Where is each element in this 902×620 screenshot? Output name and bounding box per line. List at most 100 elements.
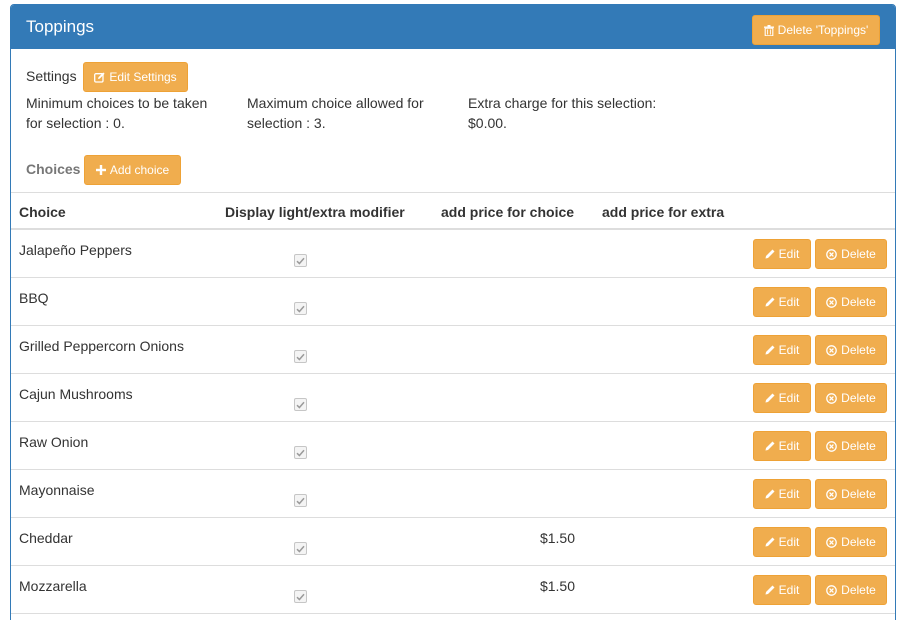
delete-choice-button[interactable]: Delete	[815, 527, 887, 557]
checkmark-icon	[296, 497, 305, 505]
settings-label: Settings	[26, 68, 77, 84]
edit-choice-button[interactable]: Edit	[753, 527, 811, 557]
delete-group-label: Delete 'Toppings'	[777, 23, 869, 37]
max-choices-line2: selection : 3.	[247, 115, 326, 131]
table-row: Mayonnaise Edit Delete	[11, 470, 895, 518]
checkmark-icon	[296, 353, 305, 361]
edit-settings-button[interactable]: Edit Settings	[83, 62, 188, 92]
edit-choice-button[interactable]: Edit	[753, 335, 811, 365]
table-row: Cheddar $1.50 Edit Delete	[11, 518, 895, 566]
delete-choice-label: Delete	[841, 487, 876, 501]
choice-price: $1.50	[539, 578, 575, 594]
delete-choice-button[interactable]: Delete	[815, 575, 887, 605]
display-modifier-checkbox[interactable]	[294, 494, 307, 507]
edit-choice-label: Edit	[778, 247, 800, 261]
circle-x-icon	[826, 392, 838, 404]
pencil-icon	[765, 441, 775, 451]
table-header: Choice Display light/extra modifier add …	[11, 192, 895, 230]
display-modifier-checkbox[interactable]	[294, 590, 307, 603]
table-row: Raw Onion Edit Delete	[11, 422, 895, 470]
circle-x-icon	[826, 248, 838, 260]
delete-choice-button[interactable]: Delete	[815, 239, 887, 269]
extra-charge-line2: $0.00.	[468, 115, 507, 131]
toppings-panel: Toppings Delete 'Toppings' Settings Edit…	[10, 4, 896, 620]
circle-x-icon	[826, 536, 838, 548]
checkmark-icon	[296, 305, 305, 313]
delete-choice-label: Delete	[841, 295, 876, 309]
checkmark-icon	[296, 449, 305, 457]
choice-name: Cajun Mushrooms	[19, 386, 133, 402]
checkmark-icon	[296, 545, 305, 553]
choice-name: Grilled Peppercorn Onions	[19, 338, 184, 354]
trash-icon	[763, 24, 774, 36]
edit-square-icon	[94, 72, 105, 83]
choice-name: Mayonnaise	[19, 482, 95, 498]
circle-x-icon	[826, 296, 838, 308]
panel-title: Toppings	[26, 17, 95, 36]
edit-choice-label: Edit	[778, 391, 800, 405]
checkmark-icon	[296, 257, 305, 265]
delete-group-button[interactable]: Delete 'Toppings'	[752, 15, 880, 45]
circle-x-icon	[826, 584, 838, 596]
display-modifier-checkbox[interactable]	[294, 302, 307, 315]
plus-icon	[95, 165, 106, 175]
edit-choice-label: Edit	[778, 583, 800, 597]
min-choices-line2: for selection : 0.	[26, 115, 125, 131]
delete-choice-label: Delete	[841, 247, 876, 261]
edit-choice-label: Edit	[778, 439, 800, 453]
edit-choice-button[interactable]: Edit	[753, 575, 811, 605]
edit-choice-label: Edit	[778, 535, 800, 549]
delete-choice-label: Delete	[841, 391, 876, 405]
extra-charge-line1: Extra charge for this selection:	[468, 95, 657, 111]
min-choices-line1: Minimum choices to be taken	[26, 95, 208, 111]
edit-choice-label: Edit	[778, 295, 800, 309]
choices-table: Choice Display light/extra modifier add …	[11, 192, 895, 614]
choice-name: Raw Onion	[19, 434, 89, 450]
edit-settings-label: Edit Settings	[109, 70, 177, 84]
min-choices-info: Minimum choices to be taken for selectio…	[26, 93, 226, 133]
header-display-modifier: Display light/extra modifier	[225, 204, 405, 220]
max-choices-line1: Maximum choice allowed for	[247, 95, 424, 111]
display-modifier-checkbox[interactable]	[294, 350, 307, 363]
pencil-icon	[765, 345, 775, 355]
delete-choice-label: Delete	[841, 343, 876, 357]
add-choice-button[interactable]: Add choice	[84, 155, 181, 185]
table-row: Mozzarella $1.50 Edit Delete	[11, 566, 895, 614]
display-modifier-checkbox[interactable]	[294, 254, 307, 267]
table-body: Jalapeño Peppers Edit Delete BBQ Edit De…	[11, 230, 895, 614]
pencil-icon	[765, 393, 775, 403]
edit-choice-button[interactable]: Edit	[753, 383, 811, 413]
choice-name: Jalapeño Peppers	[19, 242, 132, 258]
header-add-price: add price for choice	[441, 204, 575, 220]
display-modifier-checkbox[interactable]	[294, 446, 307, 459]
pencil-icon	[765, 249, 775, 259]
circle-x-icon	[826, 488, 838, 500]
edit-choice-label: Edit	[778, 343, 800, 357]
header-add-price-extra: add price for extra	[602, 204, 725, 220]
delete-choice-label: Delete	[841, 583, 876, 597]
delete-choice-button[interactable]: Delete	[815, 335, 887, 365]
pencil-icon	[765, 585, 775, 595]
pencil-icon	[765, 297, 775, 307]
panel-heading: Toppings Delete 'Toppings'	[11, 5, 895, 49]
table-row: Grilled Peppercorn Onions Edit Delete	[11, 326, 895, 374]
pencil-icon	[765, 489, 775, 499]
choice-name: BBQ	[19, 290, 49, 306]
edit-choice-button[interactable]: Edit	[753, 239, 811, 269]
display-modifier-checkbox[interactable]	[294, 398, 307, 411]
table-row: BBQ Edit Delete	[11, 278, 895, 326]
delete-choice-button[interactable]: Delete	[815, 431, 887, 461]
circle-x-icon	[826, 440, 838, 452]
delete-choice-label: Delete	[841, 535, 876, 549]
delete-choice-button[interactable]: Delete	[815, 479, 887, 509]
edit-choice-button[interactable]: Edit	[753, 479, 811, 509]
display-modifier-checkbox[interactable]	[294, 542, 307, 555]
delete-choice-button[interactable]: Delete	[815, 287, 887, 317]
edit-choice-button[interactable]: Edit	[753, 431, 811, 461]
delete-choice-button[interactable]: Delete	[815, 383, 887, 413]
choice-name: Mozzarella	[19, 578, 87, 594]
choice-price: $1.50	[539, 530, 575, 546]
extra-charge-info: Extra charge for this selection: $0.00.	[468, 93, 688, 133]
circle-x-icon	[826, 344, 838, 356]
edit-choice-button[interactable]: Edit	[753, 287, 811, 317]
